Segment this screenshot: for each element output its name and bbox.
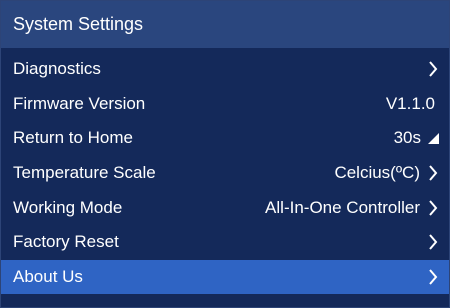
settings-screen: System Settings Diagnostics Firmware Ver… <box>0 0 450 308</box>
title-bar: System Settings <box>1 1 449 48</box>
menu-item-firmware-version[interactable]: Firmware Version V1.1.0 <box>1 87 449 122</box>
menu-item-return-to-home[interactable]: Return to Home 30s <box>1 121 449 156</box>
menu-item-label: Diagnostics <box>13 59 101 79</box>
settings-list: Diagnostics Firmware Version V1.1.0 Retu… <box>1 52 449 295</box>
menu-item-label: Working Mode <box>13 197 123 217</box>
menu-item-label: Temperature Scale <box>13 163 156 183</box>
menu-item-label: Firmware Version <box>13 93 146 113</box>
menu-item-label: Return to Home <box>13 128 133 148</box>
menu-item-factory-reset[interactable]: Factory Reset <box>1 225 449 260</box>
menu-item-diagnostics[interactable]: Diagnostics <box>1 52 449 87</box>
page-title: System Settings <box>13 14 144 34</box>
menu-item-label: Factory Reset <box>13 232 119 252</box>
chevron-right-icon <box>426 59 440 79</box>
menu-item-temperature-scale[interactable]: Temperature Scale Celcius(ºC) <box>1 156 449 191</box>
menu-item-working-mode[interactable]: Working Mode All-In-One Controller <box>1 190 449 225</box>
working-mode-value: All-In-One Controller <box>265 197 420 217</box>
menu-item-about-us[interactable]: About Us <box>1 259 449 295</box>
firmware-version-value: V1.1.0 <box>385 93 435 113</box>
menu-item-label: About Us <box>13 266 83 286</box>
temperature-scale-value: Celcius(ºC) <box>334 163 420 183</box>
chevron-right-icon <box>426 163 440 183</box>
chevron-right-icon <box>426 232 440 252</box>
chevron-right-icon <box>426 267 440 287</box>
chevron-right-icon <box>426 198 440 218</box>
return-to-home-value: 30s <box>393 128 421 148</box>
dropdown-triangle-icon <box>427 128 439 148</box>
